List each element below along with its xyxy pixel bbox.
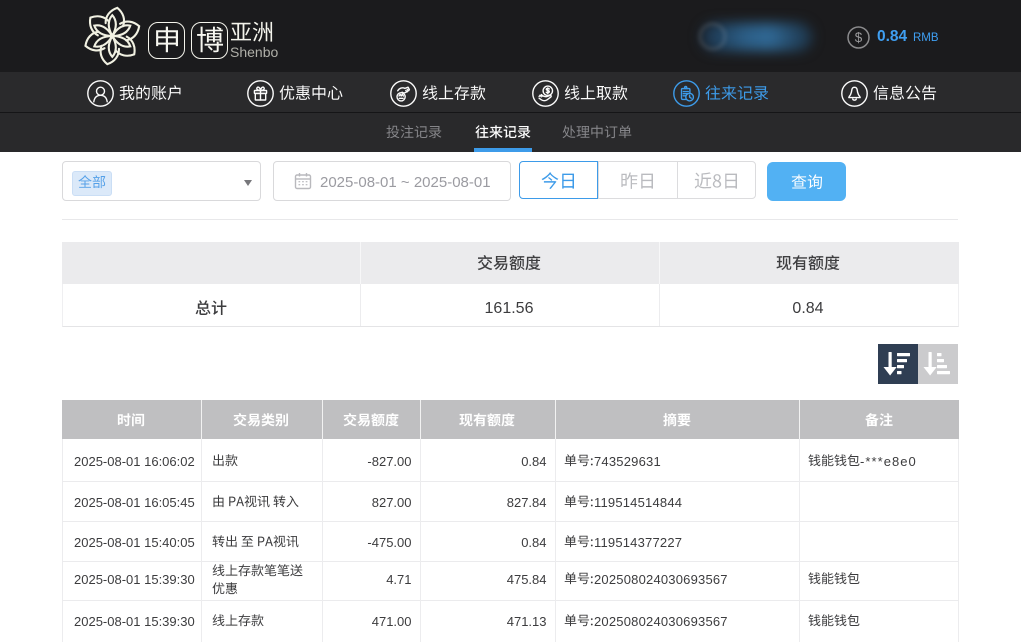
svg-text:$: $ bbox=[855, 30, 863, 45]
